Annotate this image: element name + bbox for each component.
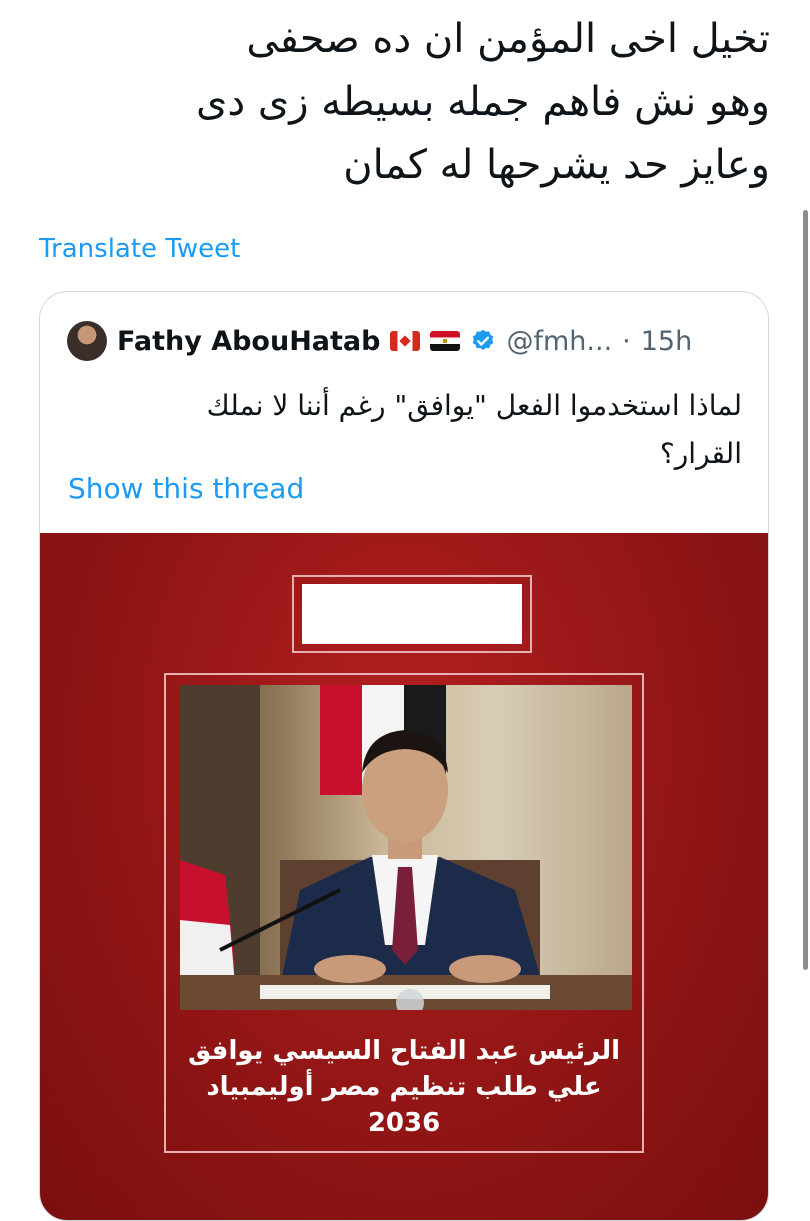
caption-line: الرئيس عبد الفتاح السيسي يوافق <box>187 1036 621 1066</box>
quoted-tweet-header: Fathy AbouHatab @fmh... · 15h <box>67 320 692 362</box>
breaking-badge-label: عاجل <box>343 585 467 639</box>
tweet-line: وعايز حد يشرحها له كمان <box>343 142 770 188</box>
tweet-line: تخيل اخى المؤمن ان ده صحفى <box>246 16 770 62</box>
dot-separator: · <box>622 325 631 357</box>
quoted-tweet-image[interactable]: عاجل الرئيس عبد الفتاح السيسي يوافق علي … <box>40 533 768 1220</box>
quoted-author-name[interactable]: Fathy AbouHatab <box>117 326 380 357</box>
news-photo-illustration <box>180 685 632 1010</box>
show-thread-link[interactable]: Show this thread <box>68 472 304 505</box>
quoted-tweet-card[interactable]: Fathy AbouHatab @fmh... · 15h لماذا استخ… <box>39 291 769 1221</box>
quoted-text-line: القرار؟ <box>659 437 742 470</box>
egypt-flag-icon <box>430 331 461 351</box>
avatar[interactable] <box>67 321 107 361</box>
translate-tweet-link[interactable]: Translate Tweet <box>39 234 240 264</box>
caption-line: علي طلب تنظيم مصر أوليمبياد 2036 <box>206 1072 602 1138</box>
quoted-tweet-time[interactable]: 15h <box>641 326 692 357</box>
tweet-line: وهو نش فاهم جمله بسيطه زى دى <box>196 79 770 125</box>
photo-frame: الرئيس عبد الفتاح السيسي يوافق علي طلب ت… <box>164 673 644 1153</box>
verified-badge-icon <box>473 329 494 350</box>
quoted-text-line: لماذا استخدموا الفعل "يوافق" رغم أننا لا… <box>206 389 742 422</box>
image-caption: الرئيس عبد الفتاح السيسي يوافق علي طلب ت… <box>166 1033 642 1141</box>
scrollbar[interactable] <box>803 210 808 970</box>
quoted-author-handle[interactable]: @fmh... <box>506 326 612 357</box>
canada-flag-icon <box>390 331 421 351</box>
quoted-tweet-text: لماذا استخدموا الفعل "يوافق" رغم أننا لا… <box>62 382 742 478</box>
news-photo <box>180 685 632 1010</box>
tweet-text: تخيل اخى المؤمن ان ده صحفى وهو نش فاهم ج… <box>50 8 770 197</box>
